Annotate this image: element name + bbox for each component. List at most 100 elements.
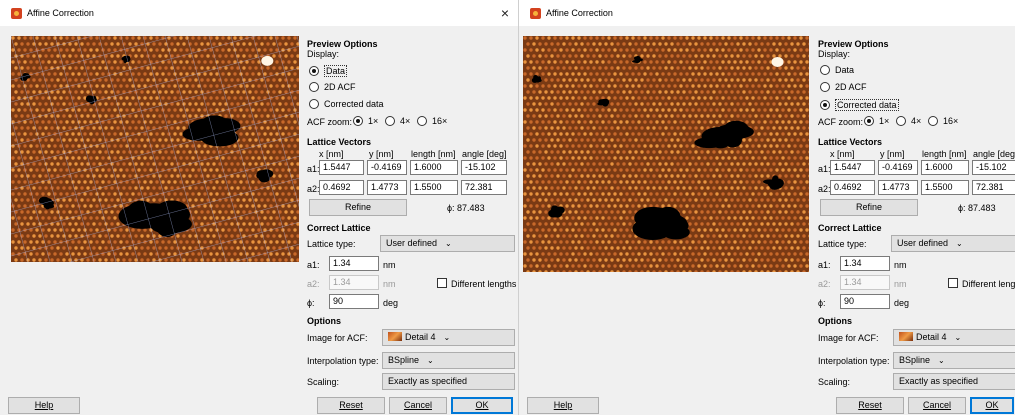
a2-length-field[interactable]: 1.5500 [921,180,969,195]
a1-length-field[interactable]: 1.6000 [410,160,458,175]
radio-label-data: Data [324,65,348,77]
close-icon[interactable]: × [496,4,514,22]
title-bar[interactable]: Affine Correction × [0,0,518,26]
a2-length-field[interactable]: 1.5500 [410,180,458,195]
acf-zoom-radio-4x[interactable]: 4× [896,116,921,126]
a1-angle-field[interactable]: -15.102 [972,160,1015,175]
help-button[interactable]: Help [8,397,80,414]
a1-x-field[interactable]: 1.5447 [830,160,875,175]
different-lengths-checkbox[interactable] [948,278,958,288]
radio-indicator [820,100,830,110]
acf-zoom-radio-1x[interactable]: 1× [864,116,889,126]
different-lengths-checkbox[interactable] [437,278,447,288]
a1-x-field[interactable]: 1.5447 [319,160,364,175]
radio-label-1x: 1× [368,116,379,126]
affine-correction-dialog-left: Affine Correction × Preview Options Disp… [0,0,518,415]
interpolation-combo[interactable]: BSpline ⌄ [893,352,1015,369]
a1-row-label: a1: [307,164,320,174]
radio-indicator [928,116,938,126]
a2-angle-field[interactable]: 72.381 [461,180,507,195]
acf-zoom-radio-16x[interactable]: 16× [417,116,447,126]
a2-length-field[interactable]: 1.34 [840,275,890,290]
ok-button[interactable]: OK [451,397,513,414]
a2-y-field[interactable]: 1.4773 [878,180,918,195]
a2-length-label: a2: [818,279,831,289]
display-radio-2d-acf[interactable]: 2D ACF [820,82,867,92]
image-for-acf-combo[interactable]: Detail 4 ⌄ [893,329,1015,346]
chevron-down-icon: ⌄ [956,239,963,248]
a2-x-field[interactable]: 0.4692 [319,180,364,195]
ok-button[interactable]: OK [970,397,1014,414]
radio-label-2d-acf: 2D ACF [835,82,867,92]
preview-options-heading: Preview Options [307,39,378,49]
display-radio-2d-acf[interactable]: 2D ACF [309,82,356,92]
afm-data-image [11,36,299,262]
cancel-button[interactable]: Cancel [389,397,447,414]
display-radio-data[interactable]: Data [820,65,854,75]
reset-label: Reset [339,400,363,410]
a1-length-field[interactable]: 1.34 [329,256,379,271]
radio-label-16x: 16× [943,116,959,126]
refine-button[interactable]: Refine [820,199,918,216]
image-for-acf-combo[interactable]: Detail 4 ⌄ [382,329,515,346]
help-button[interactable]: Help [527,397,599,414]
chevron-down-icon: ⌄ [938,356,945,365]
different-lengths-label: Different lengths [451,279,517,289]
display-radio-data[interactable]: Data [309,65,348,77]
a1-unit: nm [894,260,907,270]
radio-indicator [864,116,874,126]
a1-y-field[interactable]: -0.4169 [367,160,407,175]
radio-indicator [417,116,427,126]
lattice-vectors-heading: Lattice Vectors [818,137,883,147]
help-label: Help [553,400,573,410]
a1-length-field[interactable]: 1.6000 [921,160,969,175]
lattice-type-combo[interactable]: User defined ⌄ [891,235,1015,252]
a2-angle-field[interactable]: 72.381 [972,180,1015,195]
chevron-down-icon: ⌄ [427,356,434,365]
phi-label: ϕ: [818,298,826,308]
radio-label-2d-acf: 2D ACF [324,82,356,92]
cancel-label: Cancel [922,400,951,410]
interpolation-combo[interactable]: BSpline ⌄ [382,352,515,369]
acf-zoom-radio-1x[interactable]: 1× [353,116,378,126]
a2-y-field[interactable]: 1.4773 [367,180,407,195]
interpolation-value: BSpline [388,355,420,365]
interpolation-value: BSpline [899,355,931,365]
scaling-value: Exactly as specified [388,376,468,386]
header-angle: angle [deg] [462,149,507,159]
preview-image[interactable] [11,36,299,262]
cancel-button[interactable]: Cancel [908,397,966,414]
a1-length-field[interactable]: 1.34 [840,256,890,271]
display-radio-corrected-data[interactable]: Corrected data [309,99,384,109]
refine-button[interactable]: Refine [309,199,407,216]
reset-button[interactable]: Reset [317,397,385,414]
radio-indicator [353,116,363,126]
lattice-type-value: User defined [386,238,438,248]
phi-field[interactable]: 90 [329,294,379,309]
a1-angle-field[interactable]: -15.102 [461,160,507,175]
a2-length-field[interactable]: 1.34 [329,275,379,290]
a2-x-field[interactable]: 0.4692 [830,180,875,195]
different-lengths-label: Different lengths [962,279,1015,289]
gwyddion-app-icon [530,7,541,19]
header-length: length [nm] [922,149,967,159]
header-y: y [nm] [880,149,905,159]
acf-zoom-radio-4x[interactable]: 4× [385,116,410,126]
display-label: Display: [818,49,851,59]
gwyddion-app-icon [11,7,22,19]
image-for-acf-value: Detail 4 [916,332,947,342]
reset-button[interactable]: Reset [836,397,904,414]
display-radio-corrected-data[interactable]: Corrected data [820,99,899,111]
acf-zoom-radio-16x[interactable]: 16× [928,116,958,126]
lattice-type-label: Lattice type: [818,239,867,249]
cancel-label: Cancel [403,400,432,410]
a2-row-label: a2: [307,184,320,194]
preview-image[interactable] [523,36,809,272]
lattice-type-combo[interactable]: User defined ⌄ [380,235,515,252]
scaling-combo[interactable]: Exactly as specified [382,373,515,390]
title-bar[interactable]: Affine Correction [519,0,1015,26]
phi-field[interactable]: 90 [840,294,890,309]
chevron-down-icon: ⌄ [445,239,452,248]
scaling-combo[interactable]: Exactly as specified [893,373,1015,390]
a1-y-field[interactable]: -0.4169 [878,160,918,175]
